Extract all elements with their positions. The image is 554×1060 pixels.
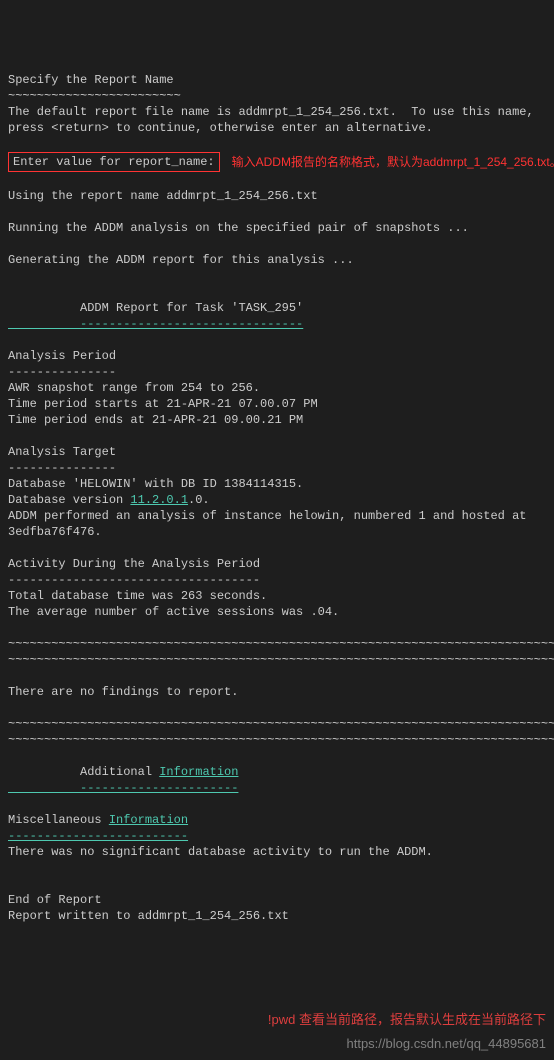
line: Additional — [8, 765, 159, 779]
line: There was no significant database activi… — [8, 845, 433, 859]
line: ~~~~~~~~~~~~~~~~~~~~~~~~~~~~~~~~~~~~~~~~… — [8, 733, 554, 747]
line: ~~~~~~~~~~~~~~~~~~~~~~~~ — [8, 89, 181, 103]
line: ADDM performed an analysis of instance h… — [8, 509, 526, 523]
annotation-pwd: !pwd 查看当前路径，报告默认生成在当前路径下 — [268, 1012, 546, 1028]
line: .0. — [188, 493, 210, 507]
line: Running the ADDM analysis on the specifi… — [8, 221, 469, 235]
line: There are no findings to report. — [8, 685, 238, 699]
line: ~~~~~~~~~~~~~~~~~~~~~~~~~~~~~~~~~~~~~~~~… — [8, 637, 554, 651]
line: --------------- — [8, 365, 116, 379]
line: Report written to addmrpt_1_254_256.txt — [8, 909, 289, 923]
line: ----------------------------------- — [8, 573, 260, 587]
line: The average number of active sessions wa… — [8, 605, 339, 619]
annotation-input-name: 输入ADDM报告的名称格式，默认为addmrpt_1_254_256.txt。 — [232, 154, 554, 170]
line: ------------------------- — [8, 829, 188, 843]
line: ~~~~~~~~~~~~~~~~~~~~~~~~~~~~~~~~~~~~~~~~… — [8, 653, 554, 667]
line: ADDM Report for Task 'TASK_295' — [8, 301, 303, 315]
line: Database 'HELOWIN' with DB ID 1384114315… — [8, 477, 303, 491]
line: Miscellaneous — [8, 813, 109, 827]
line: Activity During the Analysis Period — [8, 557, 260, 571]
line: Specify the Report Name — [8, 73, 174, 87]
line: Time period starts at 21-APR-21 07.00.07… — [8, 397, 318, 411]
line: 3edfba76f476. — [8, 525, 102, 539]
line: Analysis Target — [8, 445, 116, 459]
line: Using the report name addmrpt_1_254_256.… — [8, 189, 318, 203]
line: ------------------------------- — [8, 317, 303, 331]
line: Database version — [8, 493, 130, 507]
prompt-highlight: Enter value for report_name: — [8, 152, 220, 172]
watermark: https://blog.csdn.net/qq_44895681 — [347, 1036, 547, 1052]
line: Total database time was 263 seconds. — [8, 589, 267, 603]
line: ~~~~~~~~~~~~~~~~~~~~~~~~~~~~~~~~~~~~~~~~… — [8, 717, 554, 731]
line: press <return> to continue, otherwise en… — [8, 121, 433, 135]
line: --------------- — [8, 461, 116, 475]
information-link[interactable]: Information — [109, 813, 188, 827]
line: Time period ends at 21-APR-21 09.00.21 P… — [8, 413, 303, 427]
line: The default report file name is addmrpt_… — [8, 105, 534, 119]
db-version-link[interactable]: 11.2.0.1 — [130, 493, 188, 507]
line: Analysis Period — [8, 349, 116, 363]
information-link[interactable]: Information — [159, 765, 238, 779]
line: ---------------------- — [8, 781, 238, 795]
line: Generating the ADDM report for this anal… — [8, 253, 354, 267]
terminal-output: Specify the Report Name ~~~~~~~~~~~~~~~~… — [8, 72, 546, 924]
line: End of Report — [8, 893, 102, 907]
line: AWR snapshot range from 254 to 256. — [8, 381, 260, 395]
